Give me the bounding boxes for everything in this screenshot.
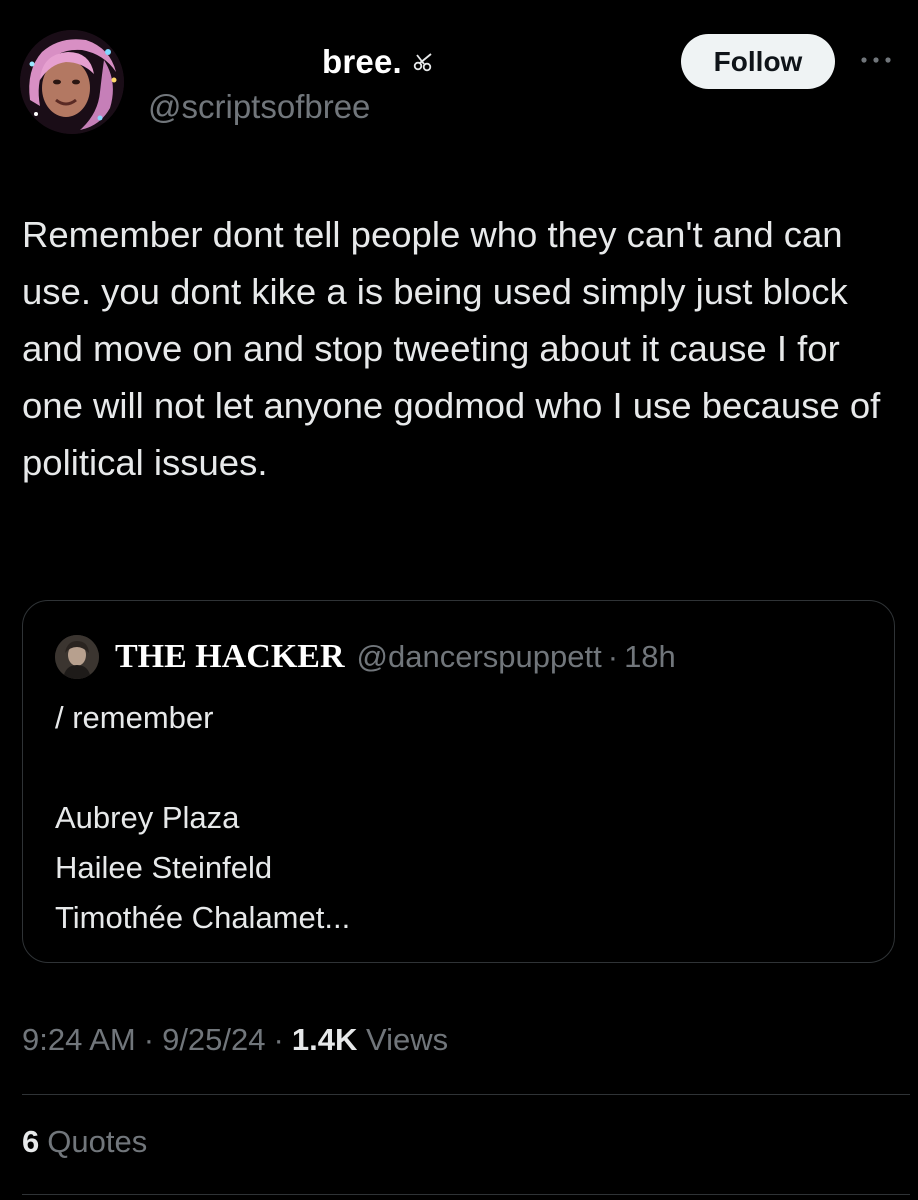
author-avatar[interactable] (20, 30, 124, 134)
views-label: Views (365, 1022, 449, 1057)
avatar-image (20, 30, 124, 134)
author-display-name[interactable]: bree. (322, 43, 402, 81)
author-handle[interactable]: @scriptsofbree (148, 88, 370, 126)
quoted-author-handle[interactable]: @dancerspuppett (357, 639, 602, 675)
follow-button[interactable]: Follow (681, 34, 835, 89)
scissors-icon (413, 53, 432, 72)
quotes-count: 6 (22, 1124, 40, 1159)
quoted-author-avatar[interactable] (55, 635, 99, 679)
meta-separator: · (273, 1022, 284, 1057)
meta-separator: · (143, 1022, 155, 1057)
quoted-separator: · (607, 639, 619, 674)
quoted-line-blank (55, 743, 350, 793)
tweet-time[interactable]: 9:24 AM (22, 1022, 136, 1057)
tweet-date[interactable]: 9/25/24 (162, 1022, 265, 1057)
quotes-stat[interactable]: 6 Quotes (22, 1124, 147, 1160)
quoted-tweet-card[interactable]: THE HACKER @dancerspuppett · 18h / remem… (22, 600, 895, 963)
quotes-label: Quotes (47, 1124, 148, 1159)
quoted-avatar-image (55, 635, 99, 679)
quoted-line: Aubrey Plaza (55, 800, 240, 835)
author-name-row: bree. (322, 40, 434, 84)
views-count: 1.4K (291, 1022, 358, 1057)
quoted-line: Hailee Steinfeld (55, 850, 273, 885)
divider (22, 1094, 910, 1095)
tweet-meta: 9:24 AM · 9/25/24 · 1.4K Views (22, 1022, 448, 1058)
more-icon[interactable] (858, 50, 894, 70)
quoted-line: / remember (55, 700, 214, 735)
quoted-tweet-text: / remember Aubrey Plaza Hailee Steinfeld… (55, 693, 350, 943)
quoted-time[interactable]: 18h (624, 639, 676, 675)
quoted-author-name[interactable]: THE HACKER (115, 638, 345, 676)
quoted-line: Timothée Chalamet... (55, 900, 351, 935)
tweet-text: Remember dont tell people who they can't… (22, 214, 881, 483)
divider (22, 1194, 910, 1195)
quoted-tweet-header: THE HACKER @dancerspuppett · 18h (55, 635, 676, 679)
